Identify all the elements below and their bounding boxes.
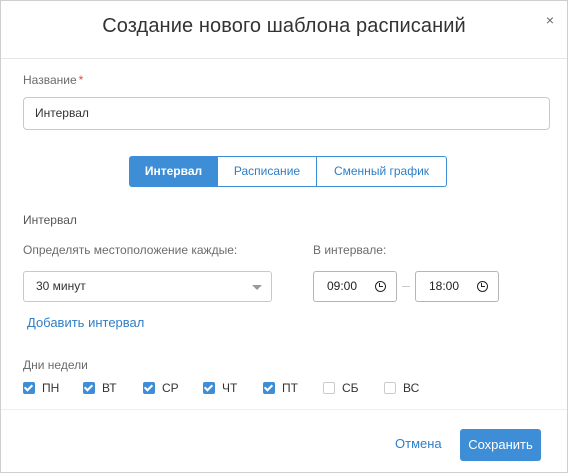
tab-interval[interactable]: Интервал (129, 156, 218, 187)
footer-divider (1, 409, 567, 410)
chevron-down-icon (252, 285, 262, 290)
weekday-label: СР (162, 381, 179, 395)
add-interval-link[interactable]: Добавить интервал (27, 315, 144, 330)
from-time-value: 09:00 (327, 279, 358, 293)
required-mark: * (78, 73, 84, 87)
range-separator (402, 286, 410, 287)
from-time-input[interactable]: 09:00 (313, 271, 397, 302)
checkbox-checked[interactable] (23, 382, 35, 394)
dialog-title: Создание нового шаблона расписаний (102, 15, 466, 37)
weekday-label: ВС (403, 381, 420, 395)
dialog-header: Создание нового шаблона расписаний × (1, 1, 567, 59)
frequency-select[interactable]: 30 минут (23, 271, 272, 302)
tab-shift-schedule[interactable]: Сменный график (317, 156, 447, 187)
clock-icon[interactable] (477, 281, 488, 292)
interval-section-title: Интервал (23, 213, 77, 227)
clock-icon[interactable] (375, 281, 386, 292)
cancel-button[interactable]: Отмена (395, 436, 442, 451)
frequency-label: Определять местоположение каждые: (23, 243, 238, 257)
checkbox-checked[interactable] (203, 382, 215, 394)
to-time-value: 18:00 (429, 279, 460, 293)
checkbox-checked[interactable] (263, 382, 275, 394)
weekday-label: ВТ (102, 381, 117, 395)
tab-schedule[interactable]: Расписание (218, 156, 317, 187)
name-label: Название * (23, 73, 83, 87)
weekday-label: ПТ (282, 381, 298, 395)
mode-tabs: Интервал Расписание Сменный график (129, 156, 447, 187)
name-input[interactable]: Интервал (23, 97, 550, 130)
checkbox-unchecked[interactable] (323, 382, 335, 394)
to-time-input[interactable]: 18:00 (415, 271, 499, 302)
weekday-label: ЧТ (222, 381, 238, 395)
template-dialog: Создание нового шаблона расписаний × Наз… (0, 0, 568, 473)
frequency-value: 30 минут (36, 279, 86, 293)
checkbox-checked[interactable] (143, 382, 155, 394)
checkbox-checked[interactable] (83, 382, 95, 394)
save-button[interactable]: Сохранить (460, 429, 541, 461)
weekday-label: ПН (42, 381, 60, 395)
range-label: В интервале: (313, 243, 387, 257)
weekdays-label: Дни недели (23, 358, 88, 372)
checkbox-unchecked[interactable] (384, 382, 396, 394)
weekday-label: СБ (342, 381, 359, 395)
close-icon[interactable]: × (543, 13, 557, 27)
name-label-text: Название (23, 73, 77, 87)
